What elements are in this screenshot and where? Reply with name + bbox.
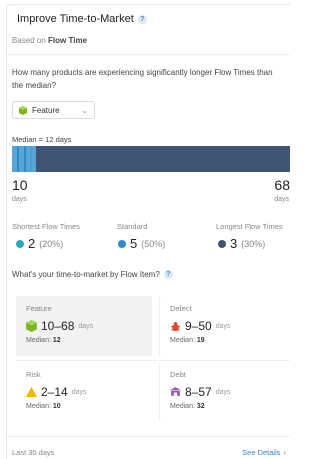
median-caption: Median: [26,403,51,410]
range-min-unit: days [12,196,27,203]
median-label: Median = 12 days [12,135,72,144]
range-max-value: 68 [274,177,290,193]
flow-item-unit: days [215,322,231,330]
card-subtitle: Based on Flow Time [12,36,87,45]
median-caption: Median: [26,337,51,344]
flow-item-range-value: 2–14 [41,385,68,399]
flow-item-range-value: 9–50 [185,319,212,333]
flow-item-range: 2–14 days [26,385,87,399]
standard-pct: (50%) [141,238,166,249]
standard-label: Standard [117,222,148,231]
longest-count: 3 [230,236,238,251]
flow-item-median: Median: 19 [170,337,205,344]
help-icon[interactable]: ? [137,14,147,24]
question-text: How many products are experiencing signi… [12,68,273,90]
longest-label: Longest Flow Times [216,222,283,231]
warning-triangle-icon [26,387,37,397]
see-details-link[interactable]: See Details › [242,448,286,457]
range-max-unit: days [274,196,289,203]
flow-item-median: Median: 10 [26,403,61,410]
flow-item-range: 8–57 days [170,385,231,399]
flow-item-question: What's your time-to-market by Flow Item?… [12,270,173,279]
median-value: 32 [196,403,205,410]
flow-item-unit: days [78,322,94,330]
median-caption: Median: [170,403,195,410]
item-marker [24,146,26,172]
flow-item-median: Median: 12 [26,337,61,344]
range-min-value: 10 [12,177,28,193]
debt-building-icon [170,387,181,397]
flow-item-card-risk[interactable]: Risk 2–14 days Median: 10 [16,362,152,422]
chevron-right-icon: › [283,448,287,457]
standard-value: 5 (50%) [118,236,165,251]
flow-item-question-text: What's your time-to-market by Flow Item? [12,270,160,279]
shortest-value: 2 (20%) [16,236,63,251]
divider [6,54,290,55]
longest-pct: (30%) [241,238,266,249]
flow-item-unit: days [71,388,87,396]
median-value: 19 [196,337,205,344]
flow-item-range-value: 10–68 [41,319,75,333]
flow-item-card-debt[interactable]: Debt 8–57 days Median: 32 [159,362,290,422]
median-value: 12 [52,337,61,344]
median-caption: Median: [170,337,195,344]
longest-value: 3 (30%) [218,236,265,251]
shortest-dot-icon [16,239,24,248]
shortest-count: 2 [28,236,36,251]
flow-item-title: Debt [170,370,186,379]
bug-icon [170,321,181,332]
item-marker [17,146,19,172]
divider [16,360,290,361]
flow-item-dropdown[interactable]: Feature ⌄ [12,101,95,119]
chevron-down-icon: ⌄ [81,105,88,115]
flow-item-unit: days [215,388,231,396]
subtitle-metric: Flow Time [48,36,88,45]
flow-item-range: 10–68 days [26,319,93,333]
help-icon[interactable]: ? [163,270,173,279]
standard-count: 5 [130,236,138,251]
flow-item-card-feature[interactable]: Feature 10–68 days Median: 12 [16,296,152,356]
dropdown-selected-value: Feature [32,105,60,115]
standard-dot-icon [118,239,126,248]
flow-item-range: 9–50 days [170,319,231,333]
shortest-label: Shortest Flow Times [12,222,80,231]
flow-item-title: Defect [170,304,192,313]
card-header: Improve Time-to-Market ? [17,13,147,25]
see-details-label: See Details [242,448,281,457]
flow-item-title: Feature [26,304,52,313]
feature-cube-icon [26,320,37,332]
item-marker [30,146,32,172]
feature-cube-icon [19,105,27,115]
time-period-label: Last 30 days [12,448,55,457]
median-value: 10 [52,403,61,410]
subtitle-prefix: Based on [12,36,46,45]
flow-time-distribution-bar [12,146,290,172]
card-title: Improve Time-to-Market [17,13,134,25]
longest-dot-icon [218,239,226,248]
shortest-pct: (20%) [39,238,64,249]
divider [6,436,290,437]
flow-item-range-value: 8–57 [185,385,212,399]
flow-item-median: Median: 32 [170,403,205,410]
flow-item-title: Risk [26,370,41,379]
flow-item-card-defect[interactable]: Defect 9–50 days Median: 19 [159,296,290,356]
